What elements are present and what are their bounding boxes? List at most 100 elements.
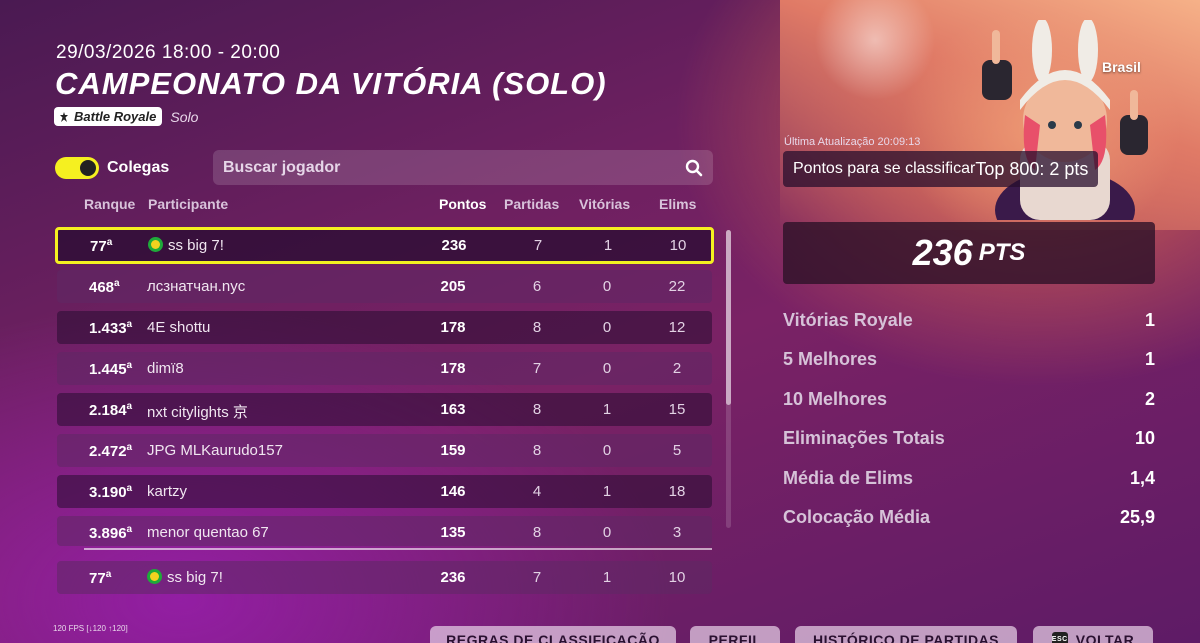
header-matches[interactable]: Partidas (504, 196, 559, 212)
row-matches: 7 (532, 360, 542, 377)
row-rank: 3.190a (89, 483, 133, 501)
row-participant: dimï8 (147, 360, 184, 377)
row-participant: ss big 7! (147, 569, 223, 586)
table-scrollbar[interactable] (726, 230, 731, 528)
row-rank: 77a (89, 569, 112, 587)
row-rank: 3.896a (89, 524, 133, 542)
row-wins: 1 (602, 483, 612, 500)
row-elims: 5 (672, 442, 682, 459)
total-points-box: 236 PTS (783, 222, 1155, 284)
row-elims: 22 (668, 278, 686, 295)
row-participant: menor quentao 67 (147, 524, 269, 541)
row-participant: лсзнатчан.nyc (147, 278, 246, 295)
header-rank: Ranque (84, 196, 136, 212)
stat-label: 5 Melhores (783, 349, 878, 370)
table-row[interactable]: 2.184a nxt citylights 京 163 8 1 15 (57, 393, 712, 426)
mode-badge-label: Battle Royale (74, 109, 157, 124)
stat-label: 10 Melhores (783, 388, 888, 409)
stat-row: Média de Elims 1,4 (783, 468, 1155, 492)
row-participant: 4E shottu (147, 319, 211, 336)
event-date: 29/03/2026 18:00 - 20:00 (56, 42, 281, 63)
table-row[interactable]: 1.445a dimï8 178 7 0 2 (57, 352, 712, 385)
row-points: 236 (441, 237, 467, 254)
table-row[interactable]: 468a лсзнатчан.nyc 205 6 0 22 (57, 270, 712, 303)
header-elims[interactable]: Elims (659, 196, 696, 212)
mode-row: Battle Royale Solo (54, 107, 198, 126)
stat-label: Média de Elims (783, 467, 914, 488)
match-history-button[interactable]: HISTÓRICO DE PARTIDAS (795, 626, 1017, 643)
header-points[interactable]: Pontos (439, 196, 486, 212)
toggle-knob (80, 160, 96, 176)
table-row[interactable]: 77a ss big 7! 236 7 1 10 (55, 227, 714, 264)
total-points-value: 236 (912, 232, 973, 273)
back-button[interactable]: ESC VOLTAR (1033, 626, 1153, 643)
row-matches: 7 (533, 237, 543, 254)
table-header: Ranque Participante Pontos Partidas Vitó… (0, 196, 720, 214)
profile-button[interactable]: PERFIL (690, 626, 780, 643)
fps-counter: 120 FPS [↓120 ↑120] (53, 624, 128, 633)
battle-royale-icon (60, 111, 68, 122)
row-matches: 6 (532, 278, 542, 295)
row-elims: 3 (672, 524, 682, 541)
rules-button[interactable]: REGRAS DE CLASSIFICAÇÃO (430, 626, 676, 643)
row-points: 205 (440, 278, 466, 295)
row-rank: 2.472a (89, 442, 133, 460)
table-divider (84, 548, 712, 550)
brazil-flag-icon (147, 569, 162, 584)
stat-value: 1 (1144, 310, 1155, 330)
row-points: 163 (440, 401, 466, 418)
table-row[interactable]: 2.472a JPG MLKaurudo157 159 8 0 5 (57, 434, 712, 467)
region-label: Brasil (1102, 59, 1141, 75)
row-points: 135 (440, 524, 466, 541)
row-matches: 8 (532, 401, 542, 418)
header-participant: Participante (148, 196, 229, 212)
row-participant: nxt citylights 京 (147, 404, 248, 421)
row-wins: 0 (602, 524, 612, 541)
event-title: CAMPEONATO DA VITÓRIA (SOLO) (55, 66, 607, 101)
stat-value: 1,4 (1129, 467, 1155, 488)
stat-row: Vitórias Royale 1 (783, 310, 1155, 334)
toggle-switch[interactable] (55, 157, 99, 179)
table-row[interactable]: 1.433a 4E shottu 178 8 0 12 (57, 311, 712, 344)
stat-label: Vitórias Royale (783, 310, 913, 330)
search-icon[interactable] (685, 159, 703, 177)
row-points: 178 (440, 360, 466, 377)
toggle-label: Colegas (107, 159, 170, 176)
row-wins: 1 (602, 401, 612, 418)
stat-label: Eliminações Totais (783, 428, 945, 449)
row-points: 178 (440, 319, 466, 336)
stat-value: 10 (1134, 428, 1155, 449)
stat-row: Eliminações Totais 10 (783, 428, 1155, 452)
scrollbar-thumb[interactable] (726, 230, 731, 405)
qualify-label: Pontos para se classificar (793, 160, 976, 177)
row-points: 146 (440, 483, 466, 500)
row-participant: kartzy (147, 483, 188, 500)
row-elims: 15 (668, 401, 686, 418)
row-matches: 7 (532, 569, 542, 586)
row-matches: 8 (532, 524, 542, 541)
row-matches: 8 (532, 319, 542, 336)
my-rank-row[interactable]: 77a ss big 7! 236 7 1 10 (57, 561, 712, 594)
row-elims: 2 (672, 360, 682, 377)
qualify-box: Pontos para se classificar Top 800: 2 pts (783, 151, 1099, 187)
row-elims: 18 (668, 483, 686, 500)
header-wins[interactable]: Vitórias (579, 196, 630, 212)
friends-toggle[interactable]: Colegas (55, 157, 169, 179)
search-input[interactable] (223, 158, 685, 177)
brazil-flag-icon (148, 237, 163, 252)
stat-row: 5 Melhores 1 (783, 349, 1155, 373)
mode-sub: Solo (170, 108, 199, 125)
row-rank: 1.433a (89, 319, 133, 337)
row-wins: 0 (602, 319, 612, 336)
table-row[interactable]: 3.896a menor quentao 67 135 8 0 3 (57, 516, 712, 546)
row-points: 236 (440, 569, 466, 586)
row-rank: 1.445a (89, 360, 133, 378)
row-participant: JPG MLKaurudo157 (147, 442, 283, 459)
row-participant: ss big 7! (148, 237, 224, 254)
row-wins: 1 (602, 569, 612, 586)
search-bar[interactable] (213, 150, 713, 185)
total-points-unit: PTS (978, 239, 1026, 266)
table-row[interactable]: 3.190a kartzy 146 4 1 18 (57, 475, 712, 508)
row-matches: 8 (532, 442, 542, 459)
stat-value: 25,9 (1119, 507, 1155, 527)
